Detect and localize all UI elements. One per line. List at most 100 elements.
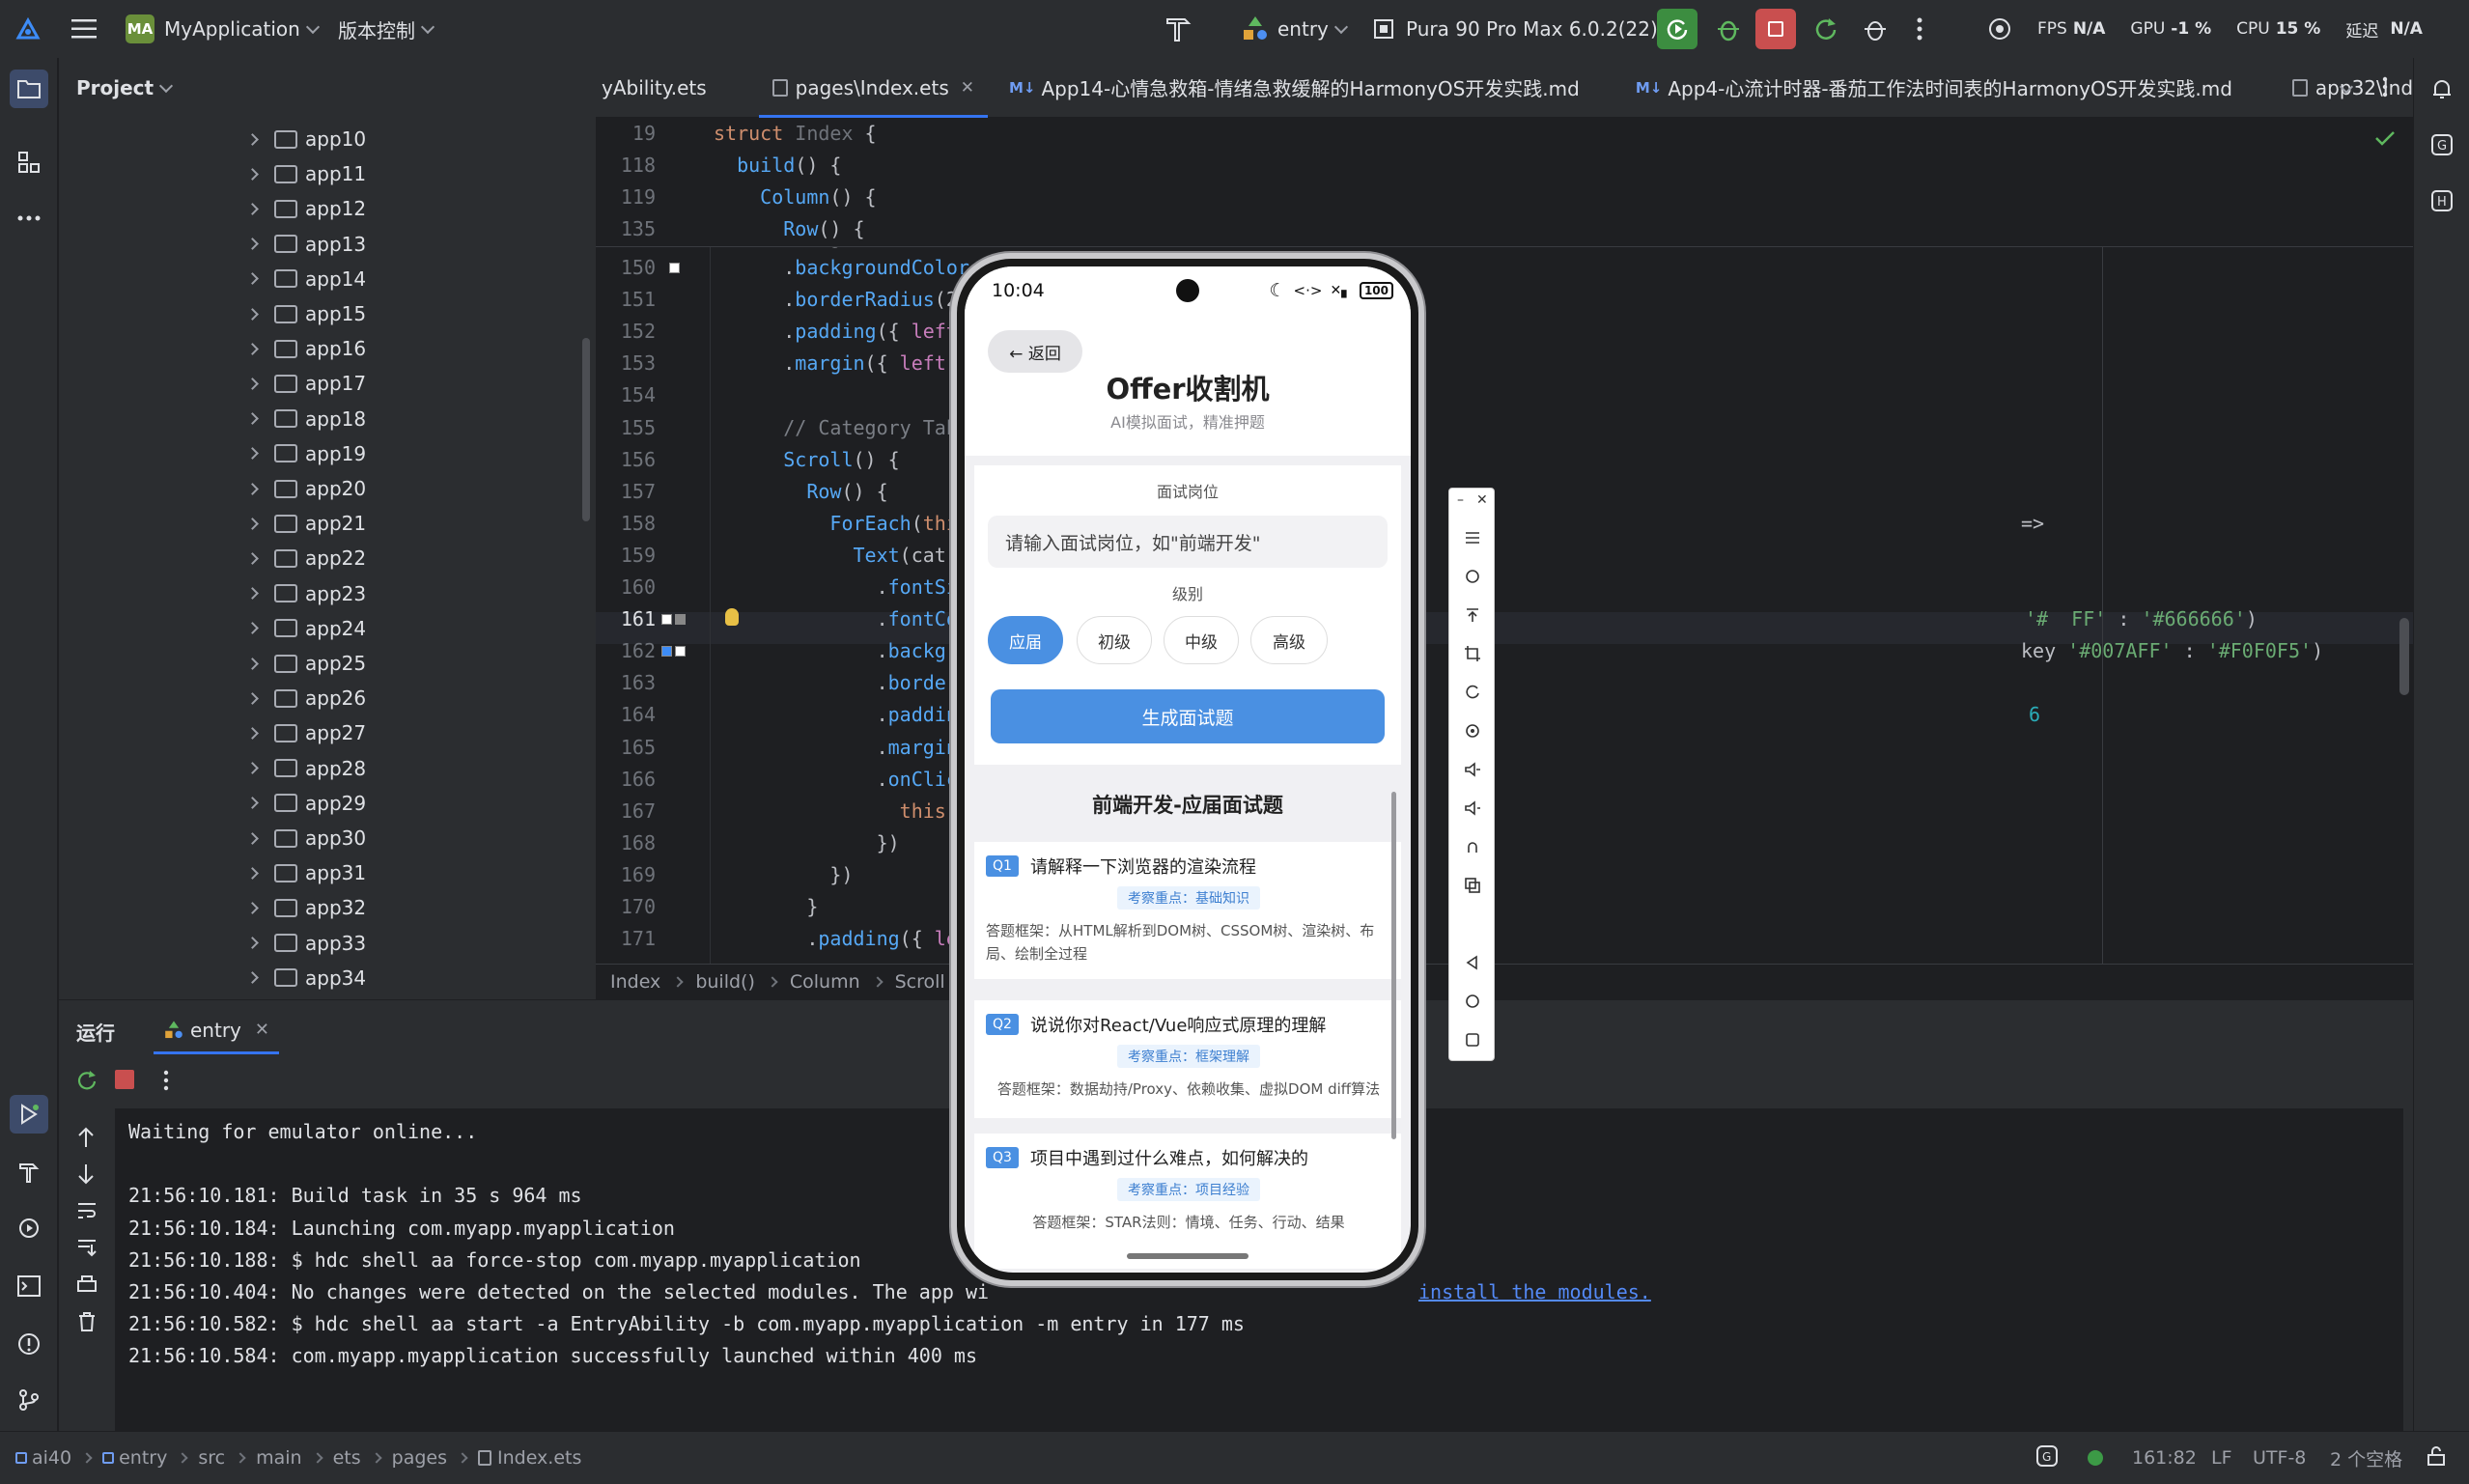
readonly-lock-icon[interactable] xyxy=(2426,1445,2447,1471)
tree-item-app22[interactable]: app22 xyxy=(59,541,580,575)
codegenie-icon[interactable]: G xyxy=(2423,126,2461,164)
tree-item-app30[interactable]: app30 xyxy=(59,821,580,855)
caret-position[interactable]: 161:82 xyxy=(2132,1447,2197,1469)
chevron-right-icon[interactable] xyxy=(246,937,259,949)
profiler-icon[interactable] xyxy=(1987,0,2012,58)
tab-0[interactable]: yAbility.ets xyxy=(596,58,720,118)
question-card[interactable]: Q2 说说你对React/Vue响应式原理的理解 考察重点：框架理解 答题框架：数据劫… xyxy=(974,1000,1401,1118)
project-scrollbar[interactable] xyxy=(582,338,590,521)
tree-item-app20[interactable]: app20 xyxy=(59,471,580,506)
color-swatch-icon[interactable] xyxy=(675,614,686,626)
volume-down-icon[interactable] xyxy=(1464,799,1481,817)
status-path-item[interactable]: ai40 xyxy=(32,1447,71,1469)
problems-icon[interactable] xyxy=(10,1325,48,1363)
soft-wrap-icon[interactable] xyxy=(76,1201,98,1224)
level-chip-1[interactable]: 初级 xyxy=(1077,616,1152,664)
status-path-item[interactable]: entry xyxy=(119,1447,167,1469)
chevron-right-icon[interactable] xyxy=(246,167,259,181)
status-path-item[interactable]: src xyxy=(198,1447,225,1469)
tree-item-app34[interactable]: app34 xyxy=(59,961,580,995)
scroll-up-icon[interactable] xyxy=(76,1126,96,1153)
chevron-right-icon[interactable] xyxy=(246,691,259,705)
nav-recents-icon[interactable] xyxy=(1464,1031,1481,1049)
pin-top-icon[interactable] xyxy=(1464,606,1481,624)
close-tab-icon[interactable]: ✕ xyxy=(961,78,974,98)
tree-item-app23[interactable]: app23 xyxy=(59,576,580,611)
tree-item-app28[interactable]: app28 xyxy=(59,751,580,786)
editor-scrollbar[interactable] xyxy=(2399,618,2409,695)
minimize-icon[interactable]: – xyxy=(1457,492,1464,508)
rerun-button[interactable] xyxy=(1657,9,1697,49)
notifications-bell-icon[interactable] xyxy=(2423,70,2461,108)
color-swatch-icon[interactable] xyxy=(675,646,686,658)
chevron-right-icon[interactable] xyxy=(246,203,259,215)
status-path-item[interactable]: pages xyxy=(392,1447,447,1469)
generate-questions-button[interactable]: 生成面试题 xyxy=(991,689,1385,743)
chevron-right-icon[interactable] xyxy=(246,866,259,880)
multi-window-icon[interactable] xyxy=(1464,877,1481,894)
codegenie-status-icon[interactable]: G xyxy=(2035,1444,2059,1472)
run-more-icon[interactable] xyxy=(163,1070,169,1095)
chevron-right-icon[interactable] xyxy=(246,132,259,146)
status-ok-dot-icon[interactable] xyxy=(2088,1450,2103,1466)
tree-item-app26[interactable]: app26 xyxy=(59,681,580,715)
tree-item-app12[interactable]: app12 xyxy=(59,191,580,226)
chevron-right-icon[interactable] xyxy=(246,272,259,286)
device-selector[interactable]: Pura 90 Pro Max 6.0.2(22) xyxy=(1371,0,1683,58)
breadcrumb-item[interactable]: build() xyxy=(695,971,755,993)
question-card[interactable]: Q3 项目中遇到过什么难点，如何解决的 考察重点：项目经验 答题框架：STAR法则：情… xyxy=(974,1134,1401,1269)
home-indicator[interactable] xyxy=(1127,1253,1249,1259)
tree-item-app16[interactable]: app16 xyxy=(59,331,580,366)
chevron-right-icon[interactable] xyxy=(246,447,259,461)
project-folder-icon[interactable] xyxy=(10,70,48,108)
tree-item-app24[interactable]: app24 xyxy=(59,611,580,646)
tree-item-app10[interactable]: app10 xyxy=(59,122,580,156)
tree-item-app18[interactable]: app18 xyxy=(59,402,580,436)
breadcrumb-item[interactable]: Index xyxy=(610,971,660,993)
chevron-right-icon[interactable] xyxy=(246,797,259,810)
stop-small-icon[interactable] xyxy=(115,1070,134,1089)
tree-item-app11[interactable]: app11 xyxy=(59,156,580,191)
close-emulator-icon[interactable]: ✕ xyxy=(1476,492,1488,508)
color-swatch-icon[interactable] xyxy=(661,614,672,626)
question-list[interactable]: 前端开发-应届面试题 Q1 请解释一下浏览器的渲染流程 考察重点：基础知识 答题框架：… xyxy=(974,780,1401,1273)
run-config-selector[interactable]: entry xyxy=(1241,0,1354,58)
nav-home-icon[interactable] xyxy=(1464,993,1481,1010)
scroll-to-end-icon[interactable] xyxy=(76,1238,98,1263)
chevron-right-icon[interactable] xyxy=(246,307,259,321)
chevron-right-icon[interactable] xyxy=(246,657,259,670)
level-chip-0[interactable]: 应届 xyxy=(988,616,1063,664)
color-swatch-icon[interactable] xyxy=(669,263,680,273)
code-editor[interactable]: .height(48)150 .backgroundColor151 .bord… xyxy=(596,118,2413,964)
chevron-right-icon[interactable] xyxy=(246,238,259,250)
menu-icon[interactable] xyxy=(1464,529,1481,546)
harmony-assistant-icon[interactable]: H xyxy=(2423,182,2461,220)
vcs-menu[interactable]: 版本控制 xyxy=(338,0,440,58)
tab-1[interactable]: pages\Index.ets ✕ xyxy=(758,58,989,118)
chevron-right-icon[interactable] xyxy=(246,378,259,390)
status-path-item[interactable]: ets xyxy=(333,1447,361,1469)
debug-button[interactable] xyxy=(1715,0,1742,58)
tab-2[interactable]: M↓ App14-心情急救箱-情绪急救缓解的HarmonyOS开发实践.md xyxy=(996,58,1593,118)
chevron-right-icon[interactable] xyxy=(246,517,259,530)
chevron-right-icon[interactable] xyxy=(246,412,259,425)
nav-back-icon[interactable] xyxy=(1464,954,1481,971)
tree-item-app25[interactable]: app25 xyxy=(59,646,580,681)
services-icon[interactable] xyxy=(10,1209,48,1247)
rotate-icon[interactable] xyxy=(1464,684,1481,701)
question-card[interactable]: Q1 请解释一下浏览器的渲染流程 考察重点：基础知识 答题框架：从HTML解析到DOM… xyxy=(974,842,1401,979)
install-modules-link[interactable]: install the modules. xyxy=(1418,1280,1651,1303)
status-path-item[interactable]: main xyxy=(256,1447,301,1469)
chevron-right-icon[interactable] xyxy=(246,762,259,774)
chevron-right-icon[interactable] xyxy=(246,831,259,845)
breadcrumb-item[interactable]: Column xyxy=(790,971,860,993)
chevron-right-icon[interactable] xyxy=(246,971,259,985)
project-switcher[interactable]: MA MyApplication xyxy=(126,0,325,58)
line-separator[interactable]: LF xyxy=(2211,1447,2232,1469)
project-panel-header[interactable]: Project xyxy=(59,58,596,118)
git-icon[interactable] xyxy=(10,1381,48,1419)
intention-bulb-icon[interactable] xyxy=(725,608,739,627)
power-icon[interactable] xyxy=(1464,568,1481,585)
location-icon[interactable] xyxy=(1464,722,1481,740)
chevron-right-icon[interactable] xyxy=(246,342,259,355)
